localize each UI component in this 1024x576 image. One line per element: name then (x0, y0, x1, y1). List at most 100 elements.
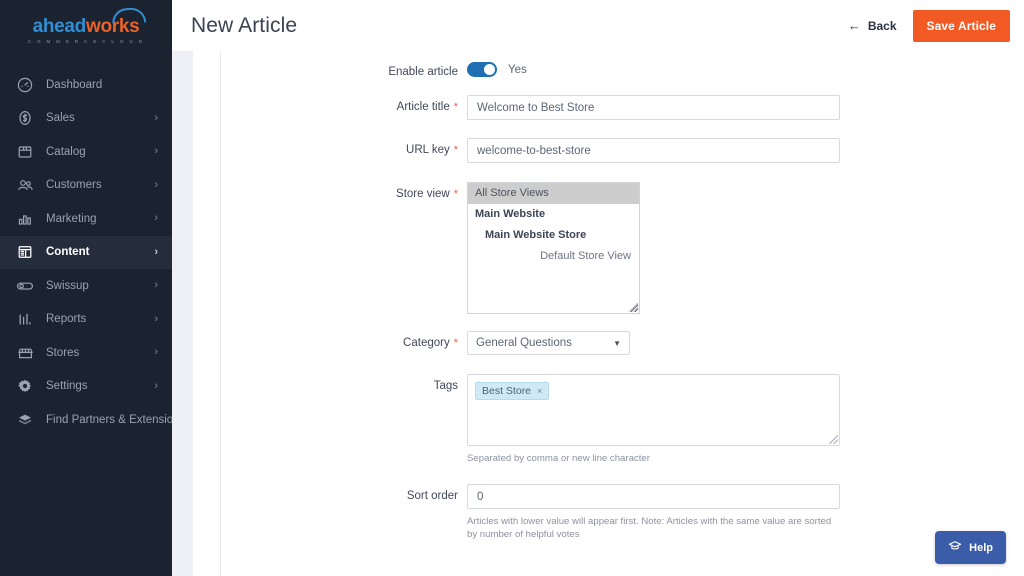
logo-tagline: C O M M E R C E C L O U D (27, 39, 145, 45)
brand-logo[interactable]: aheadworks C O M M E R C E C L O U D (0, 0, 172, 56)
sidebar-item-label: Find Partners & Extensions (46, 413, 172, 426)
sidebar-item-dashboard[interactable]: Dashboard (0, 68, 172, 102)
reports-icon (16, 310, 34, 328)
field-label: Store view * (221, 182, 467, 200)
arrow-left-icon: ← (847, 18, 861, 33)
sidebar-item-settings[interactable]: Settings › (0, 370, 172, 404)
save-article-button[interactable]: Save Article (912, 9, 1010, 42)
field-article-title: Article title * (221, 95, 1024, 120)
help-button-label: Help (969, 541, 993, 554)
page-title: New Article (191, 13, 298, 37)
field-control: All Store Views Main Website Main Websit… (467, 182, 1024, 314)
sidebar-item-content[interactable]: Content › (0, 235, 172, 269)
field-label: Tags (221, 374, 467, 392)
dashboard-icon (16, 76, 34, 94)
field-label: Article title * (221, 95, 467, 113)
left-gutter (172, 44, 193, 576)
content-area: Enable article Yes Article title * Welco… (172, 44, 1024, 576)
remove-tag-icon[interactable]: × (537, 386, 542, 396)
field-control: General Questions ▼ (467, 331, 1024, 355)
required-marker: * (453, 337, 458, 349)
content-icon (16, 243, 34, 261)
tag-chip-label: Best Store (482, 385, 532, 397)
category-select[interactable]: General Questions ▼ (467, 331, 630, 355)
resize-handle[interactable] (829, 435, 838, 444)
field-label: Sort order (221, 484, 467, 502)
field-sort-order: Sort order Articles with lower value wil… (221, 484, 1024, 541)
store-view-option[interactable]: Main Website Store (468, 225, 639, 246)
sidebar-item-label: Swissup (46, 279, 89, 292)
marketing-icon (16, 210, 34, 228)
sidebar-item-sales[interactable]: Sales › (0, 102, 172, 136)
tags-hint: Separated by comma or new line character (467, 453, 650, 464)
enable-article-value: Yes (508, 63, 527, 76)
field-control: Best Store × Separated by comma or new l… (467, 374, 1024, 465)
category-label: Category (403, 337, 450, 349)
required-marker: * (453, 101, 458, 113)
sidebar-item-customers[interactable]: Customers › (0, 169, 172, 203)
tags-label: Tags (433, 380, 458, 392)
main-area: New Article ← Back Save Article Enable a… (172, 0, 1024, 576)
admin-page: aheadworks C O M M E R C E C L O U D Das… (0, 0, 1024, 576)
page-header: New Article ← Back Save Article (172, 0, 1024, 51)
cloud-icon (112, 7, 147, 24)
sidebar-item-reports[interactable]: Reports › (0, 303, 172, 337)
sidebar-item-label: Customers (46, 179, 102, 192)
settings-gear-icon (16, 377, 34, 395)
url-key-input[interactable] (467, 138, 840, 163)
field-control: Yes (467, 60, 1024, 77)
sidebar-item-stores[interactable]: Stores › (0, 336, 172, 370)
sidebar-item-label: Catalog (46, 145, 86, 158)
sidebar-item-label: Dashboard (46, 78, 103, 91)
tags-input[interactable]: Best Store × (467, 374, 840, 446)
chevron-right-icon: › (154, 111, 158, 124)
article-form: Enable article Yes Article title * Welco… (221, 44, 1024, 576)
header-actions: ← Back Save Article (846, 9, 1010, 42)
chevron-right-icon: › (154, 312, 158, 325)
resize-handle[interactable] (629, 303, 638, 312)
sidebar: aheadworks C O M M E R C E C L O U D Das… (0, 0, 172, 576)
sales-icon (16, 109, 34, 127)
sidebar-item-marketing[interactable]: Marketing › (0, 202, 172, 236)
sort-order-hint: Articles with lower value will appear fi… (467, 516, 832, 540)
store-view-option[interactable]: All Store Views (468, 183, 639, 204)
sort-order-input[interactable] (467, 484, 840, 509)
chevron-right-icon: › (154, 245, 158, 258)
sidebar-item-label: Marketing (46, 212, 97, 225)
enable-article-toggle[interactable] (467, 62, 497, 77)
field-url-key: URL key * (221, 138, 1024, 163)
article-title-label: Article title (396, 101, 450, 113)
field-enable-article: Enable article Yes (221, 60, 1024, 78)
graduation-cap-icon (948, 539, 962, 556)
chevron-right-icon: › (154, 346, 158, 359)
extensions-icon (16, 411, 34, 429)
back-button-label: Back (867, 18, 897, 33)
chevron-right-icon: › (154, 178, 158, 191)
store-view-multiselect[interactable]: All Store Views Main Website Main Websit… (467, 182, 640, 314)
help-button[interactable]: Help (935, 531, 1006, 564)
catalog-icon (16, 143, 34, 161)
back-button[interactable]: ← Back (846, 15, 899, 37)
toggle-knob (484, 64, 495, 75)
sidebar-item-swissup[interactable]: Swissup › (0, 269, 172, 303)
swissup-icon (16, 277, 34, 295)
tag-chip[interactable]: Best Store × (475, 382, 550, 400)
sidebar-item-catalog[interactable]: Catalog › (0, 135, 172, 169)
field-label: Enable article (221, 60, 467, 78)
store-view-option[interactable]: Default Store View (468, 246, 639, 267)
stores-icon (16, 344, 34, 362)
article-title-input[interactable] (467, 95, 840, 120)
required-marker: * (453, 188, 458, 200)
sidebar-nav: Dashboard Sales › Catalog › Customers › … (0, 68, 172, 437)
customers-icon (16, 176, 34, 194)
sort-order-label: Sort order (406, 490, 458, 502)
field-store-view: Store view * All Store Views Main Website… (221, 182, 1024, 314)
field-tags: Tags Best Store × Separated by comma or … (221, 374, 1024, 465)
chevron-right-icon: › (154, 379, 158, 392)
field-label: Category * (221, 331, 467, 349)
field-label: URL key * (221, 138, 467, 156)
store-view-label: Store view (396, 188, 450, 200)
required-marker: * (453, 144, 458, 156)
store-view-option[interactable]: Main Website (468, 204, 639, 225)
sidebar-item-find-partners-extensions[interactable]: Find Partners & Extensions (0, 403, 172, 437)
